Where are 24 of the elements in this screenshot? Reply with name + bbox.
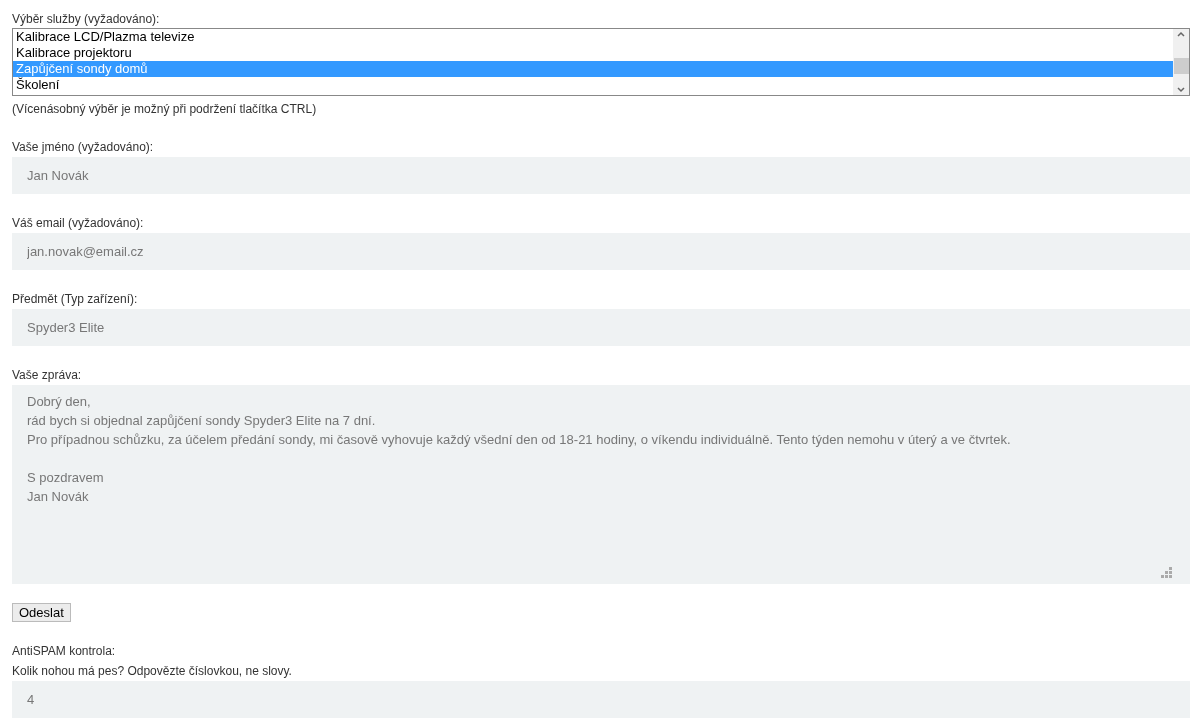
input-field[interactable]: jan.novak@email.cz <box>12 233 1190 270</box>
listbox-option[interactable]: Kalibrace LCD/Plazma televize <box>13 29 1173 45</box>
scroll-up-icon[interactable] <box>1177 31 1185 37</box>
field-label: Výběr služby (vyžadováno): <box>12 11 161 28</box>
hint-text: (Vícenásobný výběr je možný při podržení tlačítka CTRL) <box>12 101 318 118</box>
answer-field[interactable]: 4 <box>12 681 1190 718</box>
field-label: Předmět (Typ zařízení): <box>12 291 139 308</box>
input-field[interactable]: Spyder3 Elite <box>12 309 1190 346</box>
field-label: AntiSPAM kontrola: <box>12 643 117 660</box>
field-label: Váš email (vyžadováno): <box>12 215 145 232</box>
submit-button[interactable]: Odeslat <box>12 603 71 622</box>
listbox-option[interactable]: Zapůjčení sondy domů <box>13 61 1173 77</box>
input-field[interactable]: Jan Novák <box>12 157 1190 194</box>
service-listbox[interactable]: Kalibrace LCD/Plazma televize Kalibrace projektoru Zapůjčení sondy domů Školení <box>12 28 1190 96</box>
listbox-option[interactable]: Kalibrace projektoru <box>13 45 1173 61</box>
field-label: Vaše jméno (vyžadováno): <box>12 139 155 156</box>
message-field[interactable]: Dobrý den, rád bych si objednal zapůjčení sondy Spyder3 Elite na 7 dní. Pro případnou schůzku, za účelem předání sondy, mi časově vyhovuje každý všední den od 18-21 hodiny, o víkendu individuálně. Tento týden nemohu v úterý a ve čtvrtek. S pozdravem Jan Novák <box>12 385 1190 584</box>
listbox-option[interactable]: Školení <box>13 77 1173 93</box>
scrollbar[interactable] <box>1173 29 1189 95</box>
scrollbar-thumb[interactable] <box>1173 58 1189 74</box>
question-text: Kolik nohou má pes? Odpovězte číslovkou, ne slovy. <box>12 663 293 680</box>
field-label: Vaše zpráva: <box>12 367 83 384</box>
resize-handle-icon[interactable] <box>1161 567 1172 578</box>
scroll-down-icon[interactable] <box>1177 87 1185 93</box>
